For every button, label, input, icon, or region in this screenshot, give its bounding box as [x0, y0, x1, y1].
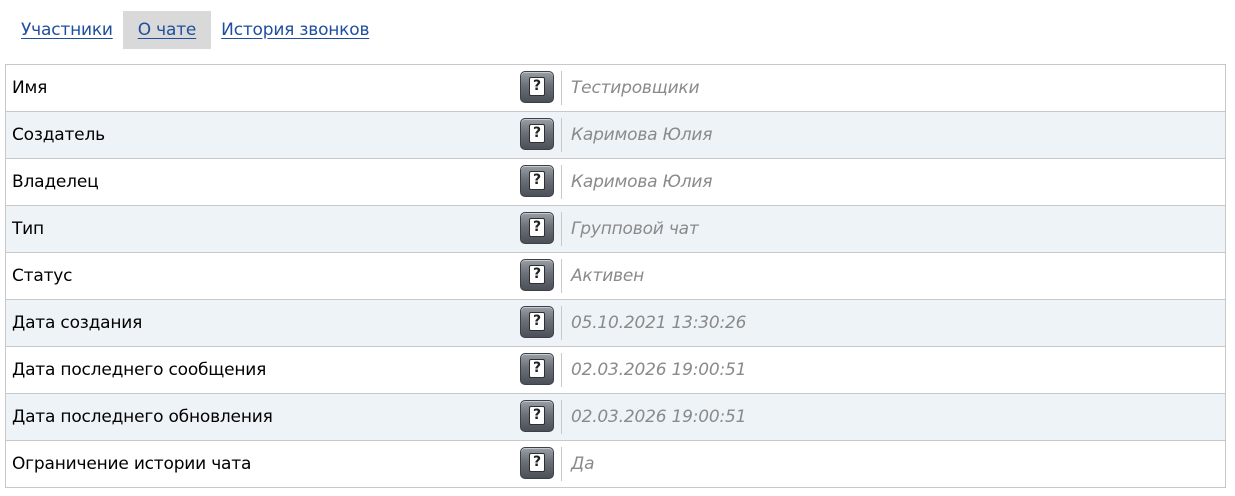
question-icon: ? — [529, 312, 545, 331]
question-icon: ? — [529, 265, 545, 284]
property-row-history-limit: Ограничение истории чата ? Да — [6, 441, 1225, 488]
property-row-last-message-date: Дата последнего сообщения ? 02.03.2026 1… — [6, 347, 1225, 394]
property-row-owner: Владелец ? Каримова Юлия — [6, 159, 1225, 206]
question-icon: ? — [529, 453, 545, 472]
help-button[interactable]: ? — [520, 71, 554, 103]
column-divider — [561, 447, 562, 481]
column-divider — [561, 212, 562, 246]
question-icon: ? — [529, 406, 545, 425]
column-divider — [561, 259, 562, 293]
help-button[interactable]: ? — [520, 212, 554, 244]
tab-call-history[interactable]: История звонков — [211, 11, 379, 49]
column-divider — [561, 353, 562, 387]
column-divider — [561, 118, 562, 152]
property-label: Ограничение истории чата — [12, 454, 252, 474]
question-icon: ? — [529, 171, 545, 190]
property-row-last-update-date: Дата последнего обновления ? 02.03.2026 … — [6, 394, 1225, 441]
property-label: Дата последнего обновления — [12, 407, 273, 427]
question-icon: ? — [529, 218, 545, 237]
tab-about-chat[interactable]: О чате — [122, 11, 212, 49]
column-divider — [561, 306, 562, 340]
help-button[interactable]: ? — [520, 259, 554, 291]
property-label: Создатель — [12, 125, 105, 145]
property-value: Каримова Юлия — [571, 172, 713, 192]
property-row-name: Имя ? Тестировщики — [6, 65, 1225, 112]
property-value: 02.03.2026 19:00:51 — [571, 407, 747, 427]
property-value: Да — [571, 454, 595, 474]
property-value: Групповой чат — [571, 219, 699, 239]
column-divider — [561, 71, 562, 105]
help-button[interactable]: ? — [520, 353, 554, 385]
property-row-created-date: Дата создания ? 05.10.2021 13:30:26 — [6, 300, 1225, 347]
property-value: 02.03.2026 19:00:51 — [571, 360, 747, 380]
property-value: Активен — [571, 266, 645, 286]
question-icon: ? — [529, 359, 545, 378]
help-button[interactable]: ? — [520, 118, 554, 150]
property-value: 05.10.2021 13:30:26 — [571, 313, 747, 333]
property-label: Имя — [12, 78, 48, 98]
help-button[interactable]: ? — [520, 306, 554, 338]
tab-bar: Участники О чате История звонков — [11, 11, 379, 49]
property-label: Дата последнего сообщения — [12, 360, 267, 380]
question-icon: ? — [529, 124, 545, 143]
property-row-creator: Создатель ? Каримова Юлия — [6, 112, 1225, 159]
property-label: Тип — [12, 219, 44, 239]
help-button[interactable]: ? — [520, 165, 554, 197]
help-button[interactable]: ? — [520, 400, 554, 432]
property-row-type: Тип ? Групповой чат — [6, 206, 1225, 253]
property-row-status: Статус ? Активен — [6, 253, 1225, 300]
property-label: Статус — [12, 266, 73, 286]
question-icon: ? — [529, 77, 545, 96]
property-label: Владелец — [12, 172, 99, 192]
column-divider — [561, 165, 562, 199]
tab-participants[interactable]: Участники — [11, 11, 123, 49]
property-value: Каримова Юлия — [571, 125, 713, 145]
property-label: Дата создания — [12, 313, 143, 333]
help-button[interactable]: ? — [520, 447, 554, 479]
column-divider — [561, 400, 562, 434]
property-value: Тестировщики — [571, 78, 700, 98]
chat-properties-table: Имя ? Тестировщики Создатель ? Каримова … — [5, 64, 1226, 488]
